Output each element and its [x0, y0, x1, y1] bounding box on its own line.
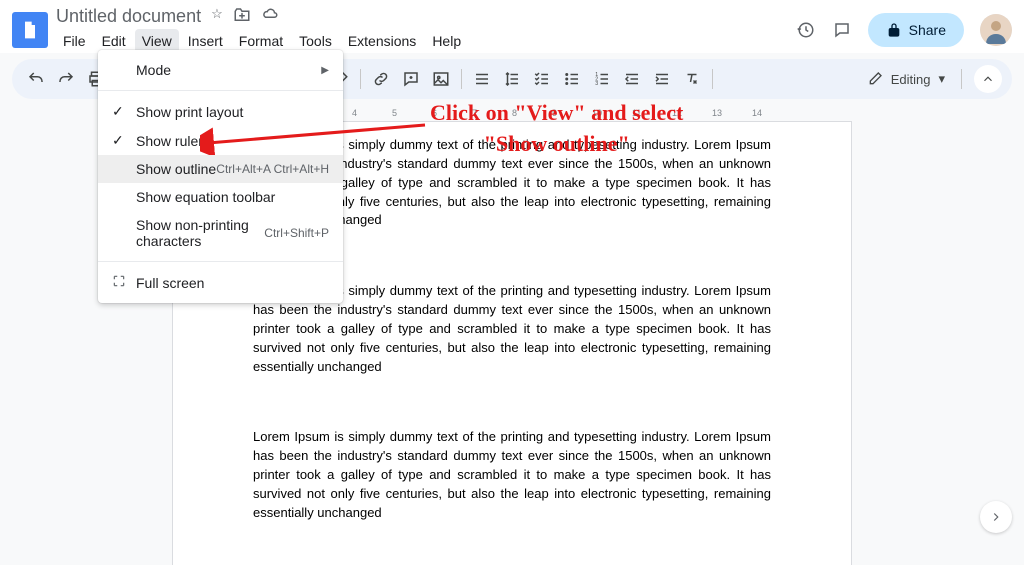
undo-button[interactable]	[22, 65, 50, 93]
align-button[interactable]	[468, 65, 496, 93]
editing-mode-label: Editing	[891, 72, 931, 87]
menu-item-show-equation-toolbar[interactable]: Show equation toolbar	[98, 183, 343, 211]
menu-separator	[98, 90, 343, 91]
insert-image-button[interactable]	[427, 65, 455, 93]
share-label: Share	[909, 22, 946, 38]
submenu-arrow-icon: ▶	[321, 65, 329, 76]
menu-file[interactable]: File	[56, 29, 93, 53]
star-icon[interactable]: ☆	[211, 6, 223, 27]
paragraph[interactable]: Lorem Ipsum is simply dummy text of the …	[253, 428, 771, 522]
move-icon[interactable]	[233, 6, 251, 27]
header-right: Share	[796, 13, 1012, 47]
svg-text:3: 3	[595, 81, 598, 87]
clear-formatting-button[interactable]	[678, 65, 706, 93]
shortcut-text: Ctrl+Alt+A Ctrl+Alt+H	[216, 162, 329, 176]
line-spacing-button[interactable]	[498, 65, 526, 93]
insert-link-button[interactable]	[367, 65, 395, 93]
collapse-toolbar-button[interactable]	[974, 65, 1002, 93]
document-title[interactable]: Untitled document	[56, 6, 201, 27]
avatar[interactable]	[980, 14, 1012, 46]
decrease-indent-button[interactable]	[618, 65, 646, 93]
menu-separator	[98, 261, 343, 262]
numbered-list-button[interactable]: 123	[588, 65, 616, 93]
shortcut-text: Ctrl+Shift+P	[264, 226, 329, 240]
insert-comment-button[interactable]	[397, 65, 425, 93]
menu-item-show-ruler[interactable]: ✓ Show ruler	[98, 126, 343, 155]
view-menu-dropdown: Mode ▶ ✓ Show print layout ✓ Show ruler …	[98, 50, 343, 303]
share-button[interactable]: Share	[868, 13, 964, 47]
checklist-button[interactable]	[528, 65, 556, 93]
history-icon[interactable]	[796, 20, 816, 40]
menu-item-mode[interactable]: Mode ▶	[98, 56, 343, 84]
increase-indent-button[interactable]	[648, 65, 676, 93]
menu-extensions[interactable]: Extensions	[341, 29, 423, 53]
comments-icon[interactable]	[832, 20, 852, 40]
check-icon: ✓	[112, 103, 136, 120]
editing-mode-button[interactable]: Editing ▾	[857, 65, 955, 93]
bulleted-list-button[interactable]	[558, 65, 586, 93]
menu-item-show-nonprinting[interactable]: Show non-printing characters Ctrl+Shift+…	[98, 211, 343, 255]
explore-button[interactable]	[980, 501, 1012, 533]
title-area: Untitled document ☆ File Edit View Inser…	[56, 6, 796, 53]
chevron-down-icon: ▾	[938, 71, 945, 87]
app-header: Untitled document ☆ File Edit View Inser…	[0, 0, 1024, 53]
menu-help[interactable]: Help	[425, 29, 468, 53]
redo-button[interactable]	[52, 65, 80, 93]
cloud-status-icon[interactable]	[261, 6, 279, 27]
menu-item-show-print-layout[interactable]: ✓ Show print layout	[98, 97, 343, 126]
fullscreen-icon	[112, 274, 136, 291]
menu-item-full-screen[interactable]: Full screen	[98, 268, 343, 297]
check-icon: ✓	[112, 132, 136, 149]
menu-item-show-outline[interactable]: Show outline Ctrl+Alt+A Ctrl+Alt+H	[98, 155, 343, 183]
docs-logo[interactable]	[12, 12, 48, 48]
